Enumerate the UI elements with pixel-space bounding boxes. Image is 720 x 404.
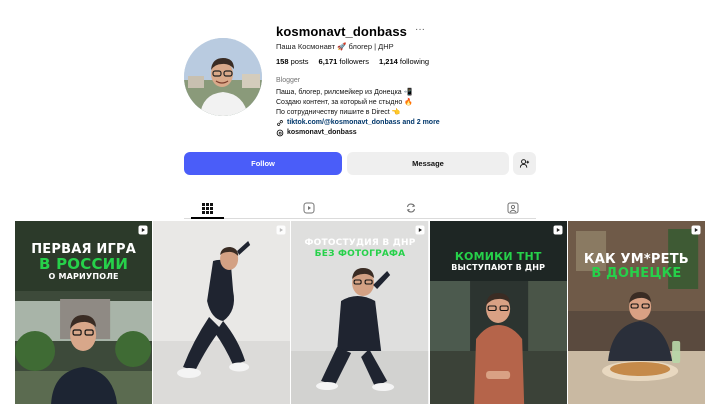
link-icon: [277, 120, 283, 126]
following-stat[interactable]: 1,214 following: [379, 57, 429, 66]
threads-link-text: kosmonavt_donbass: [287, 129, 357, 136]
more-options-icon[interactable]: ···: [415, 24, 425, 35]
following-count: 1,214: [379, 57, 398, 66]
threads-link[interactable]: kosmonavt_donbass: [276, 128, 440, 138]
posts-label: posts: [290, 57, 309, 66]
suggested-users-button[interactable]: [513, 152, 536, 175]
post-title-line: выступают в ДНР: [451, 263, 546, 272]
profile-stats: 158 posts 6,171 followers 1,214 followin…: [276, 57, 429, 66]
external-link-text: tiktok.com/@kosmonavt_donbass and 2 more: [287, 119, 440, 126]
tab-reposts[interactable]: [404, 201, 418, 215]
post-tile[interactable]: Фотостудия в ДНР без фотографа: [291, 221, 429, 404]
post-tile[interactable]: Первая игра в России о Мариуполе: [15, 221, 153, 404]
post-title-line: без фотографа: [314, 249, 406, 259]
bio-line: Паша, блогер, рилсмейкер из Донецка 📲: [276, 89, 413, 96]
profile-bio: Blogger Паша, блогер, рилсмейкер из Доне…: [276, 76, 440, 138]
post-title-line: Комики ТНТ: [454, 250, 542, 263]
active-tab-indicator: [191, 217, 224, 219]
reel-icon: [691, 225, 701, 235]
profile-avatar[interactable]: [184, 38, 262, 116]
reel-icon: [415, 225, 425, 235]
post-tile[interactable]: Комики ТНТ выступают в ДНР: [429, 221, 567, 404]
grid-icon: [201, 202, 213, 214]
tab-reels[interactable]: [302, 201, 316, 215]
post-title-line: о Мариуполе: [48, 272, 119, 281]
posts-grid: Первая игра в России о Мариуполе: [15, 221, 706, 404]
post-thumbnail: [567, 221, 706, 404]
bio-line: По сотрудничеству пишите в Direct 👈: [276, 109, 401, 116]
tabs-divider: [184, 218, 536, 219]
profile-category: Blogger: [276, 77, 301, 84]
add-user-icon: [519, 159, 530, 168]
post-tile[interactable]: [153, 221, 291, 404]
profile-external-link[interactable]: tiktok.com/@kosmonavt_donbass and 2 more: [276, 118, 440, 128]
follow-button[interactable]: Follow: [184, 152, 342, 175]
tagged-icon: [507, 202, 519, 214]
reel-icon: [553, 225, 563, 235]
threads-icon: [276, 129, 284, 137]
followers-label: followers: [339, 57, 370, 66]
reel-icon: [138, 225, 148, 235]
post-title-line: Фотостудия в ДНР: [304, 238, 416, 248]
following-label: following: [399, 57, 430, 66]
post-thumbnail: [153, 221, 291, 404]
reposts-icon: [406, 203, 416, 213]
profile-username: kosmonavt_donbass: [276, 24, 408, 39]
post-tile[interactable]: Как ум*реть в Донецке: [567, 221, 706, 404]
followers-stat[interactable]: 6,171 followers: [319, 57, 369, 66]
posts-stat: 158 posts: [276, 57, 309, 66]
post-title-line: Как ум*реть: [583, 252, 689, 267]
tab-tagged[interactable]: [506, 201, 520, 215]
reel-icon: [276, 225, 286, 235]
message-button[interactable]: Message: [347, 152, 509, 175]
tab-posts[interactable]: [200, 201, 214, 215]
post-title-line: в России: [39, 255, 129, 273]
followers-count: 6,171: [318, 57, 338, 66]
post-thumbnail: [429, 221, 567, 404]
reels-icon: [303, 202, 315, 214]
bio-line: Создаю контент, за который не стыдно 🔥: [276, 99, 413, 106]
profile-full-name: Паша Космонавт 🚀 блогер | ДНР: [276, 42, 394, 51]
post-title-line: в Донецке: [591, 266, 682, 281]
posts-count: 158: [276, 57, 289, 66]
